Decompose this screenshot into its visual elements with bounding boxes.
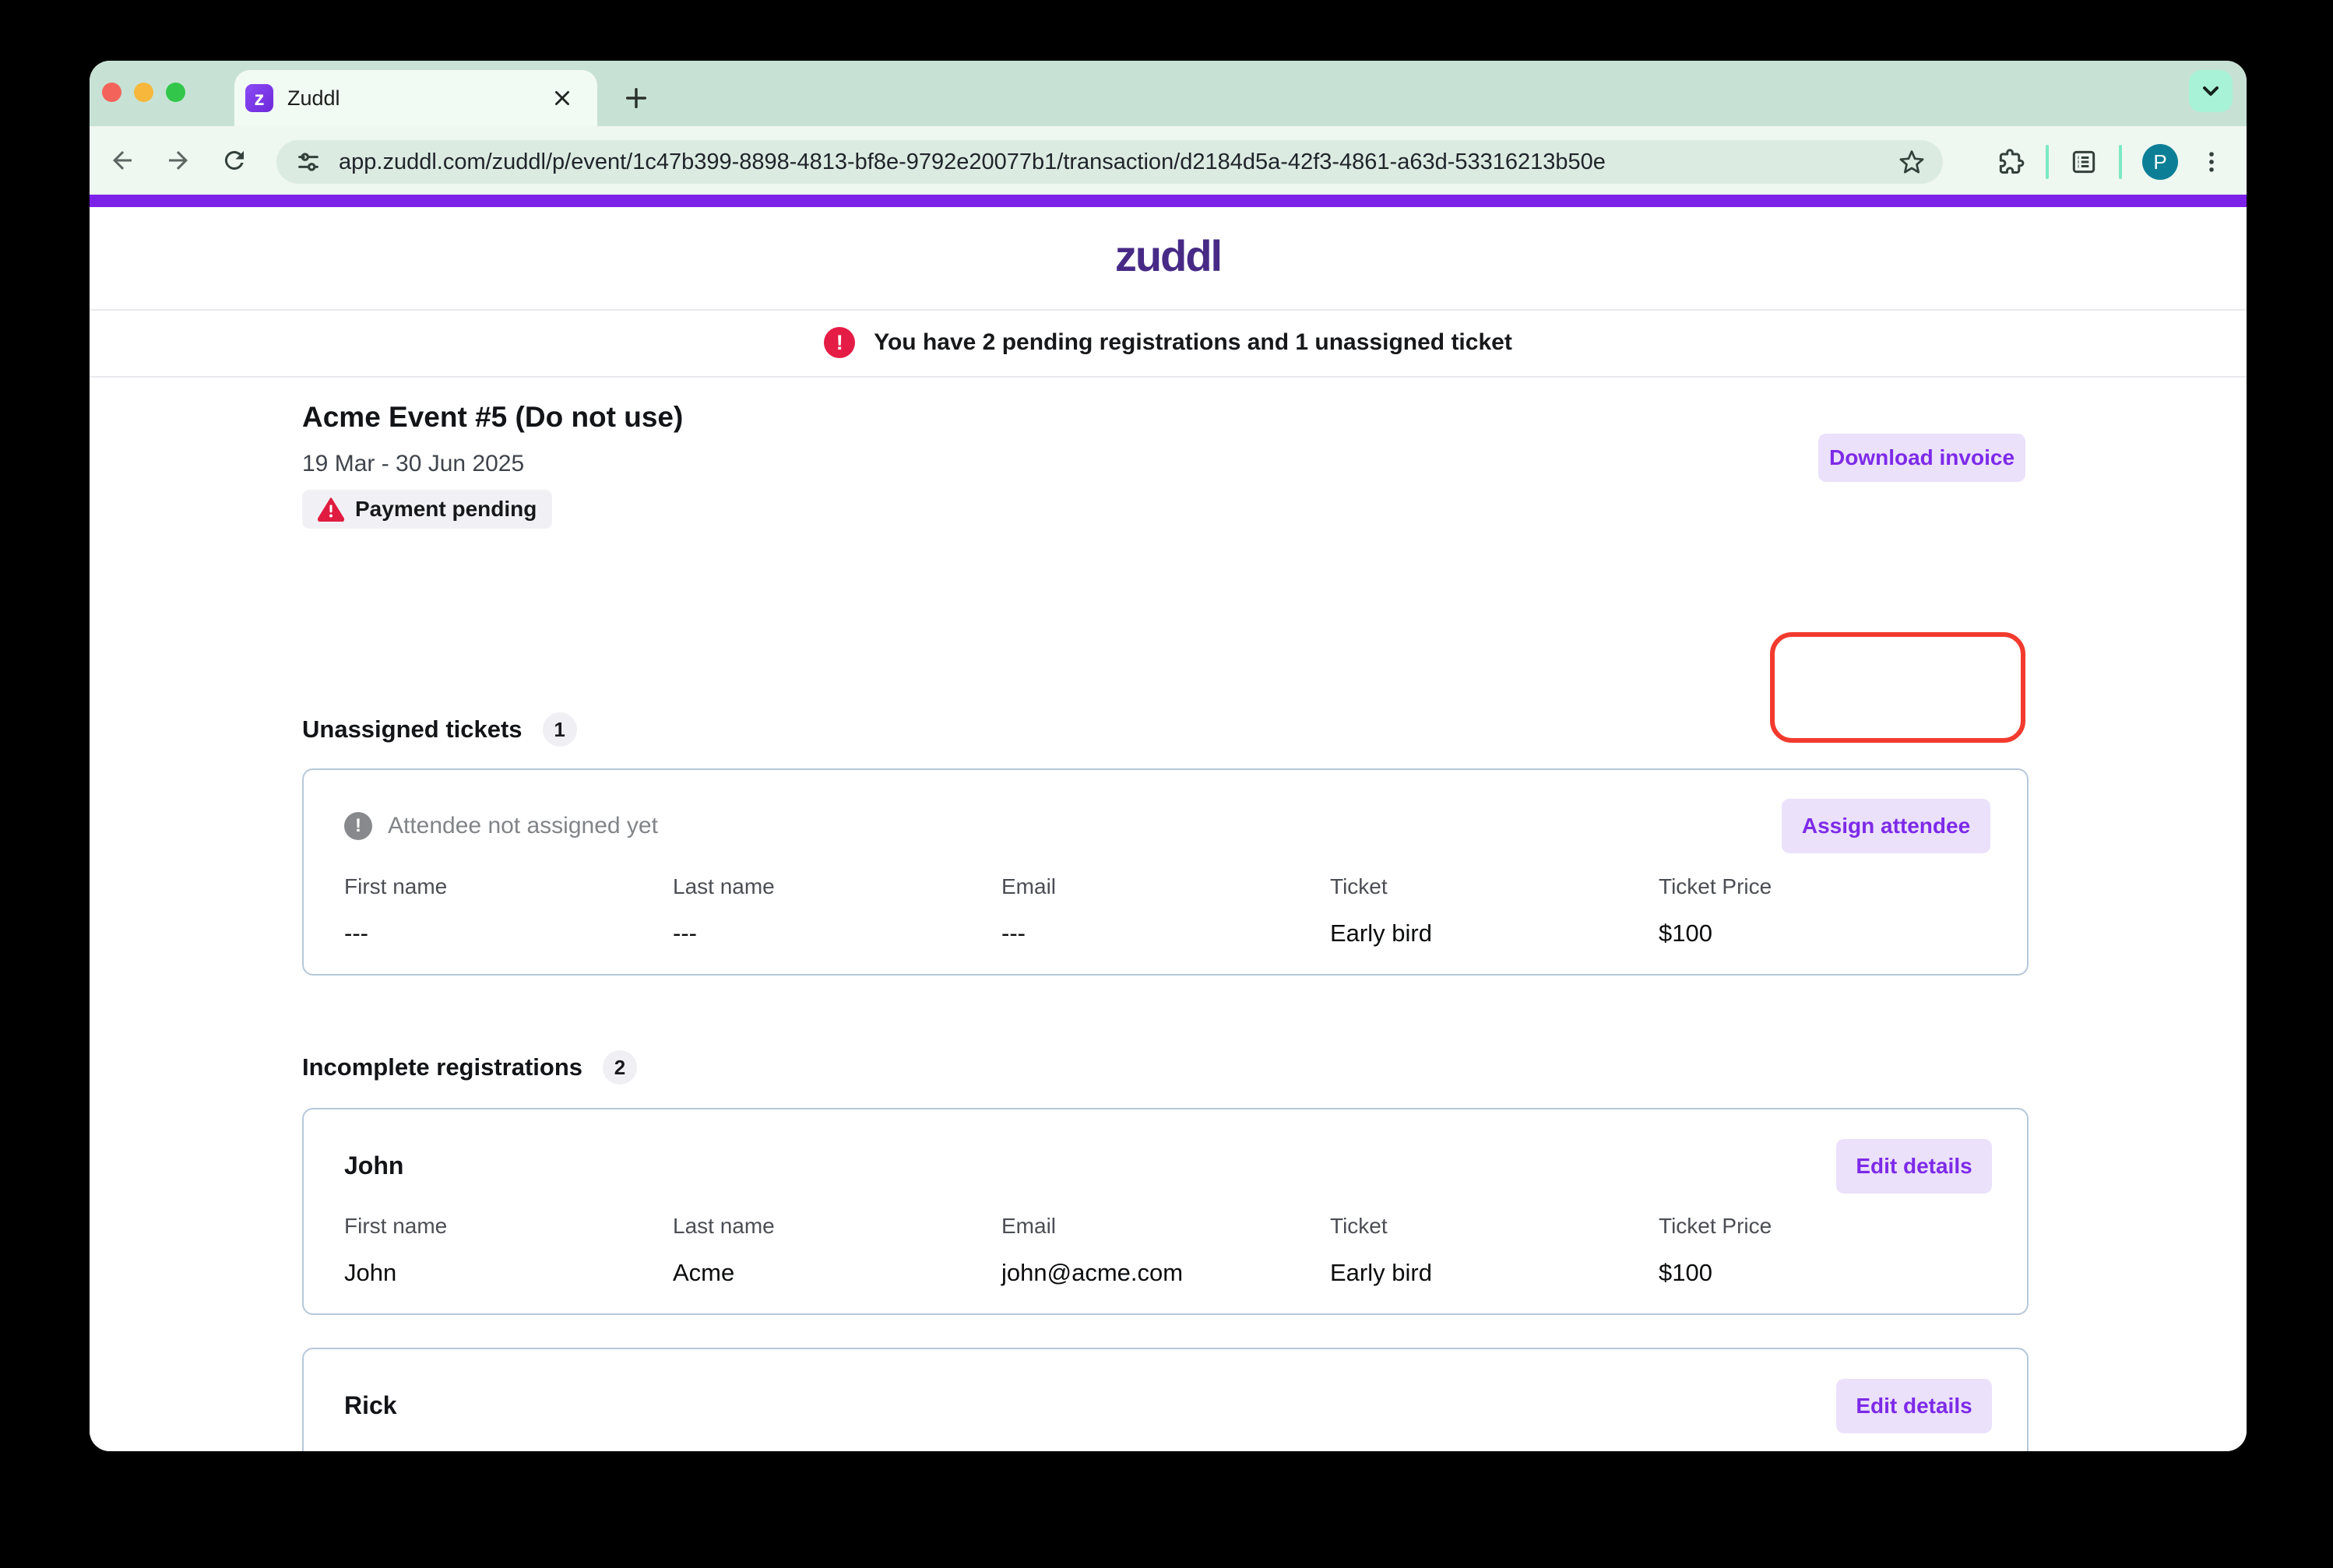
pending-alert: ! You have 2 pending registrations and 1… [90, 309, 2247, 376]
unassigned-count-badge: 1 [542, 712, 577, 747]
info-exclamation-icon: ! [344, 812, 372, 840]
registrant-name: John [344, 1151, 404, 1180]
fullscreen-window-button[interactable] [166, 83, 185, 102]
unassigned-heading: Unassigned tickets [302, 715, 523, 743]
url-text: app.zuddl.com/zuddl/p/event/1c47b399-889… [339, 149, 1606, 174]
unassigned-notice: ! Attendee not assigned yet [344, 812, 658, 840]
incomplete-count-badge: 2 [603, 1050, 638, 1085]
page-body: zuddl ! You have 2 pending registrations… [90, 207, 2247, 1451]
ticket-fields: First name --- Last name --- Email --- Tick… [344, 874, 1990, 947]
incomplete-heading: Incomplete registrations [302, 1053, 583, 1081]
field-label: First name [344, 1214, 448, 1238]
tab-title: Zuddl [287, 86, 340, 110]
profile-avatar[interactable]: P [2142, 144, 2178, 180]
field-value: $100 [1659, 1259, 1712, 1286]
bookmark-star-icon[interactable] [1898, 148, 1926, 176]
field-label: Email [1001, 1214, 1057, 1238]
main-content: Acme Event #5 (Do not use) 19 Mar - 30 J… [302, 376, 2029, 1451]
browser-toolbar: app.zuddl.com/zuddl/p/event/1c47b399-889… [90, 126, 2247, 195]
payment-status-label: Payment pending [355, 497, 537, 521]
minimize-window-button[interactable] [134, 83, 153, 102]
browser-tab[interactable]: z Zuddl [234, 70, 597, 126]
field-label: Ticket Price [1659, 1214, 1772, 1238]
field-value: john@acme.com [1001, 1259, 1184, 1286]
field-label: Email [1001, 874, 1057, 898]
reading-list-icon[interactable] [2069, 147, 2099, 177]
extensions-puzzle-icon[interactable] [1996, 147, 2025, 177]
window-controls [102, 83, 185, 102]
notice-text: Attendee not assigned yet [388, 813, 658, 838]
field-value: Early bird [1330, 1259, 1432, 1286]
field-value: Acme [673, 1259, 735, 1286]
field-label: Last name [673, 1214, 775, 1238]
field-value: --- [344, 919, 368, 947]
event-dates: 19 Mar - 30 Jun 2025 [302, 451, 525, 476]
download-invoice-button[interactable]: Download invoice [1818, 434, 2025, 482]
field-label: First name [344, 874, 448, 898]
chevron-down-icon[interactable] [2189, 70, 2233, 112]
field-label: Ticket Price [1659, 874, 1772, 898]
tab-close-icon[interactable] [549, 85, 575, 111]
event-title: Acme Event #5 (Do not use) [302, 401, 684, 433]
forward-icon[interactable] [161, 143, 195, 178]
new-tab-button[interactable] [618, 79, 655, 117]
registration-card: Rick Edit details First nameRick Last na… [302, 1348, 2029, 1451]
zuddl-logo: zuddl [1114, 231, 1223, 280]
field-value: --- [1001, 919, 1026, 947]
unassigned-section-header: Unassigned tickets 1 [302, 712, 577, 747]
field-label: Ticket [1330, 874, 1388, 898]
alert-exclamation-icon: ! [824, 327, 856, 358]
tab-strip: z Zuddl [90, 61, 2247, 126]
field-value: Early bird [1330, 919, 1432, 947]
zuddl-favicon-icon: z [245, 84, 273, 112]
payment-status-badge: Payment pending [302, 490, 553, 529]
browser-window: z Zuddl app.zuddl.com/zuddl/p/event/1c47… [90, 61, 2247, 1451]
toolbar-separator [2119, 145, 2122, 179]
incomplete-section-header: Incomplete registrations 2 [302, 1050, 638, 1085]
assign-attendee-button[interactable]: Assign attendee [1782, 799, 1990, 853]
field-value: John [344, 1259, 397, 1286]
brand-accent-bar [90, 195, 2247, 207]
ticket-fields: First name John Last name Acme Email john@a… [344, 1214, 1990, 1287]
url-bar[interactable]: app.zuddl.com/zuddl/p/event/1c47b399-889… [276, 140, 1943, 184]
field-value: $100 [1659, 919, 1712, 947]
close-window-button[interactable] [102, 83, 121, 102]
field-label: Last name [673, 874, 775, 898]
warning-triangle-icon [318, 497, 344, 522]
field-value: --- [673, 919, 697, 947]
edit-details-button[interactable]: Edit details [1836, 1379, 1992, 1433]
site-settings-icon[interactable] [295, 149, 322, 175]
browser-menu-icon[interactable] [2198, 149, 2225, 175]
registrant-name: Rick [344, 1391, 397, 1419]
back-icon[interactable] [105, 143, 139, 178]
field-label: Ticket [1330, 1214, 1388, 1238]
reload-icon[interactable] [217, 143, 252, 178]
unassigned-ticket-card: ! Attendee not assigned yet Assign atten… [302, 768, 2029, 976]
assign-attendee-annotation [1770, 632, 2025, 743]
toolbar-separator [2046, 145, 2049, 179]
edit-details-button[interactable]: Edit details [1836, 1139, 1992, 1194]
registration-card: John Edit details First name John Last na… [302, 1108, 2029, 1315]
alert-text: You have 2 pending registrations and 1 u… [874, 329, 1512, 355]
toolbar-actions: P [1996, 140, 2225, 184]
